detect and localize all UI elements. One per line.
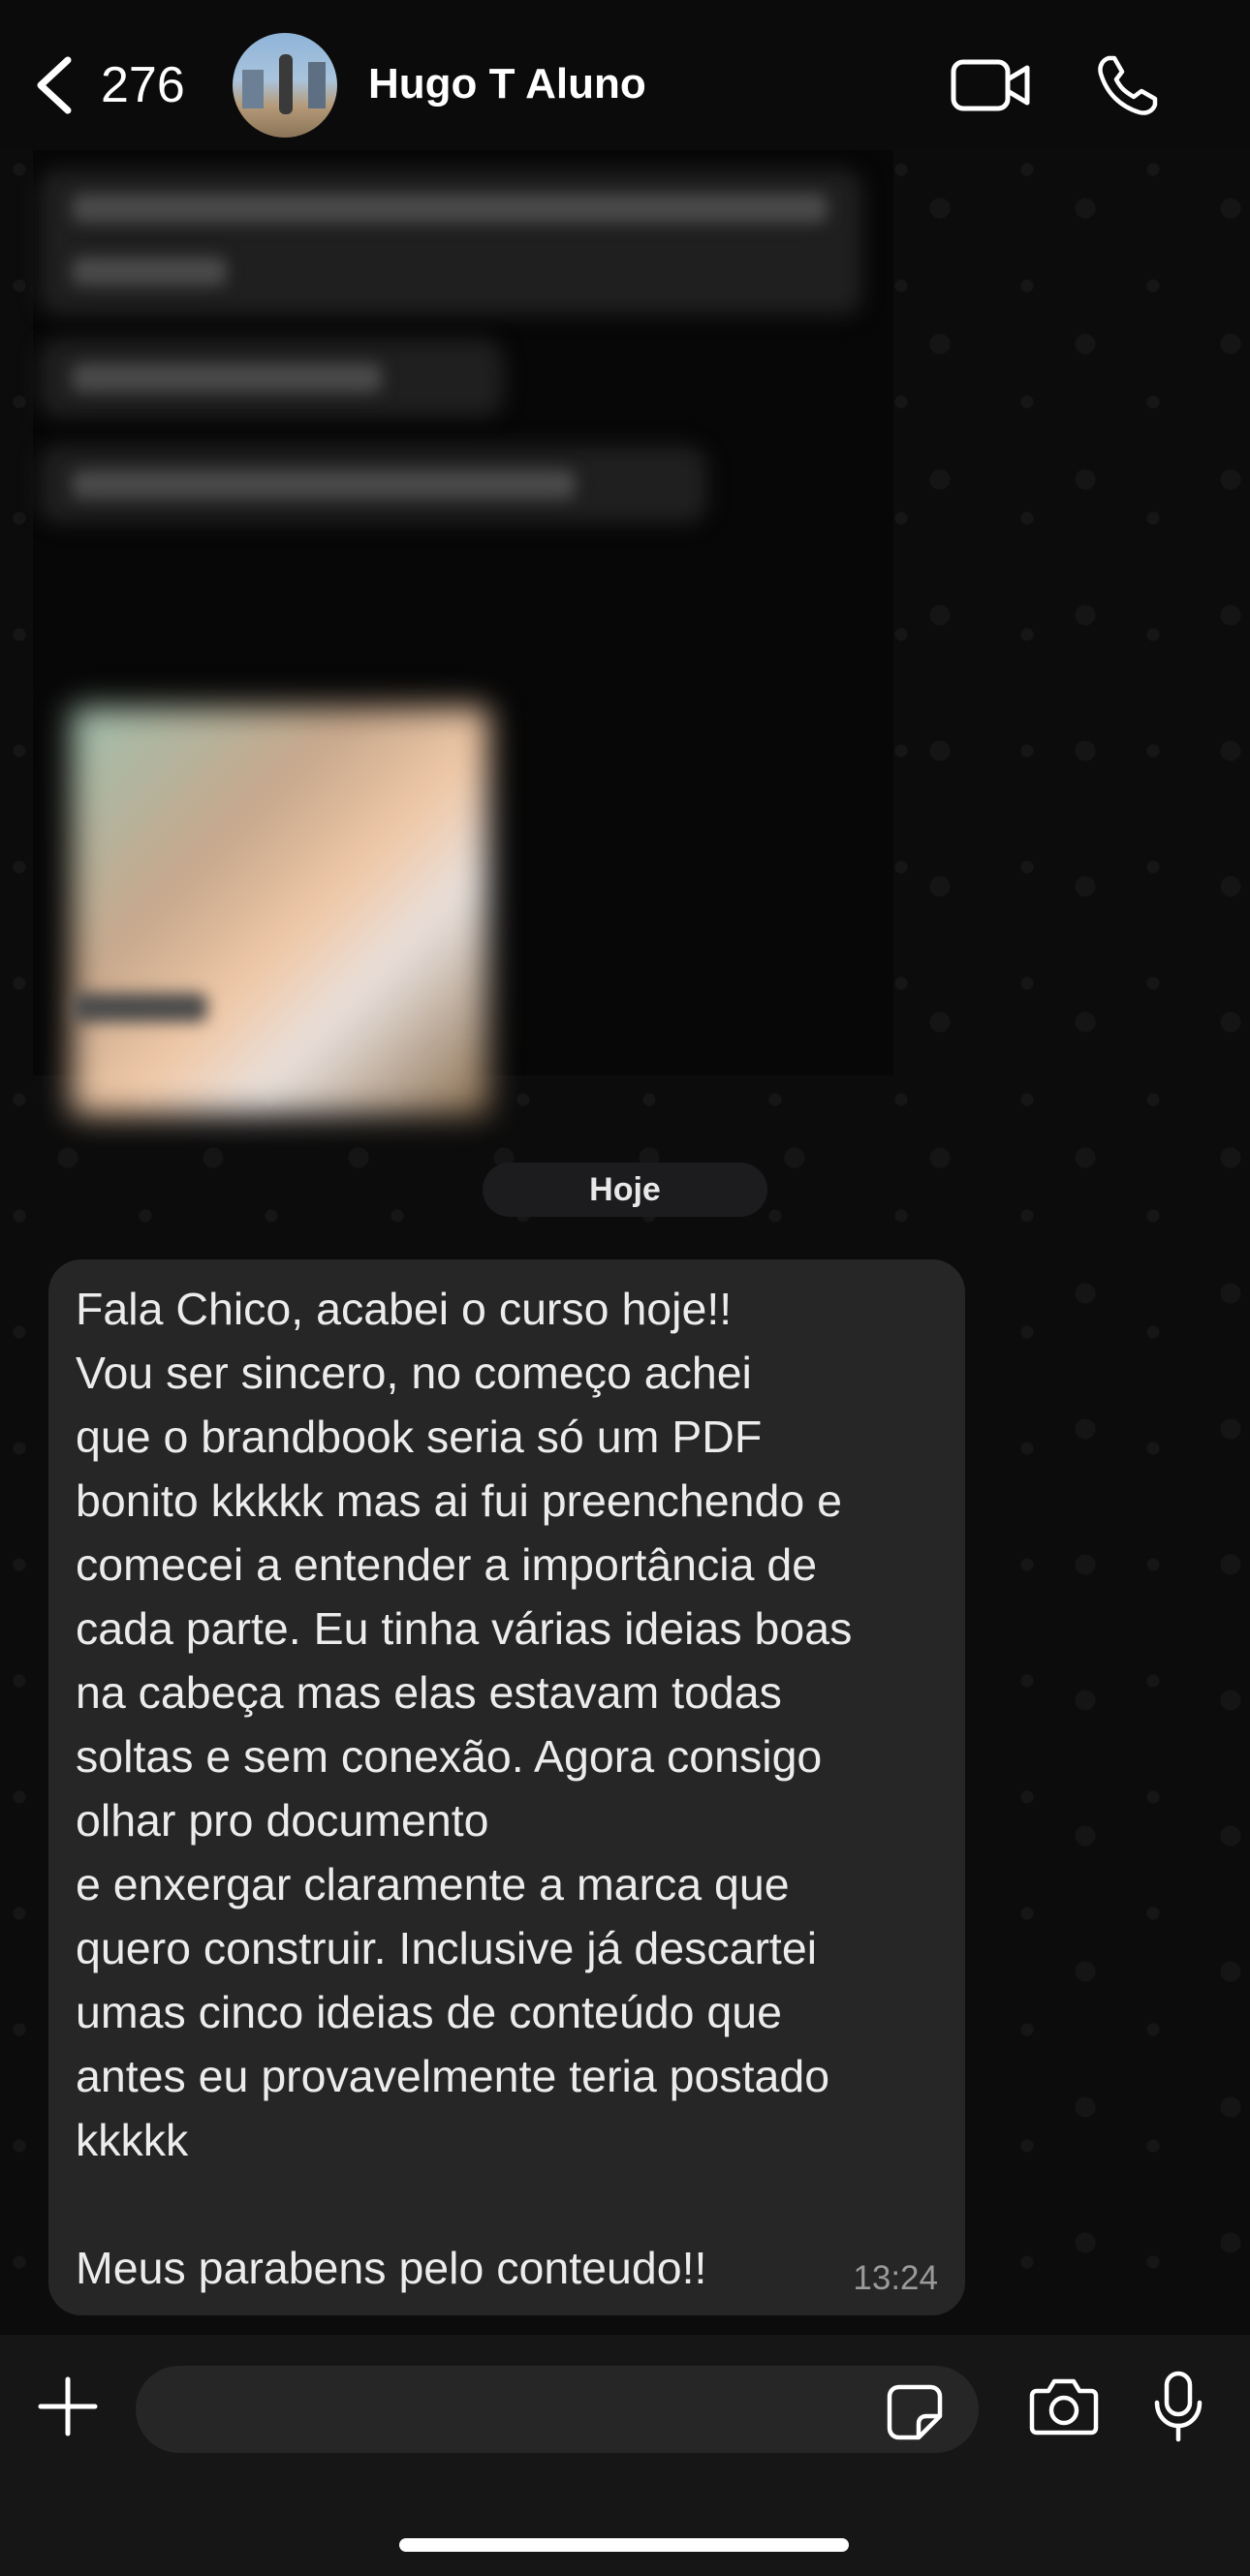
contact-name[interactable]: Hugo T Aluno (368, 60, 646, 109)
camera-icon (1029, 2378, 1099, 2436)
video-camera-icon (951, 59, 1030, 111)
blurred-text (72, 470, 576, 499)
chevron-left-icon (37, 56, 72, 114)
phone-icon (1098, 55, 1158, 115)
blurred-history (33, 150, 893, 1114)
sticker-icon (887, 2384, 943, 2440)
message-text: Fala Chico, acabei o curso hoje!! Vou se… (76, 1284, 853, 2293)
blurred-photo (72, 707, 488, 1114)
blurred-text (72, 257, 227, 286)
blurred-message (39, 170, 862, 315)
attach-button[interactable] (37, 2375, 99, 2437)
video-call-button[interactable] (950, 56, 1031, 114)
plus-icon (38, 2376, 98, 2436)
avatar-person (279, 54, 293, 114)
chat-header: 276 Hugo T Aluno (0, 0, 1250, 150)
message-bubble[interactable]: Fala Chico, acabei o curso hoje!! Vou se… (48, 1259, 965, 2315)
back-button[interactable] (29, 54, 87, 116)
avatar-building (308, 62, 326, 109)
unread-count[interactable]: 276 (101, 56, 185, 114)
message-input[interactable] (136, 2366, 979, 2453)
message-timestamp: 13:24 (853, 2259, 938, 2297)
sticker-button[interactable] (886, 2383, 944, 2441)
avatar[interactable] (233, 33, 337, 138)
microphone-icon (1154, 2371, 1203, 2442)
home-indicator[interactable] (399, 2538, 849, 2552)
camera-button[interactable] (1029, 2375, 1099, 2436)
blurred-text (72, 993, 207, 1022)
voice-message-button[interactable] (1153, 2370, 1203, 2443)
avatar-building (242, 70, 264, 109)
voice-call-button[interactable] (1095, 52, 1161, 118)
date-separator: Hoje (483, 1163, 767, 1217)
blurred-text (72, 363, 382, 392)
blurred-text (72, 194, 828, 223)
